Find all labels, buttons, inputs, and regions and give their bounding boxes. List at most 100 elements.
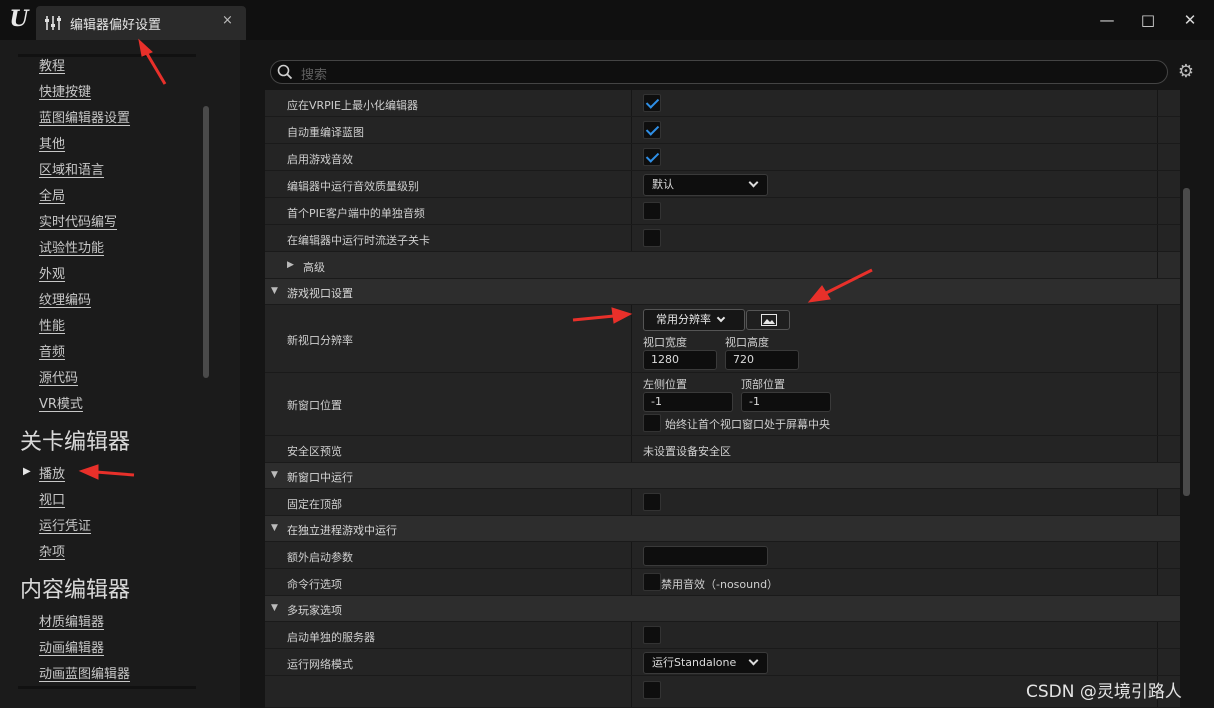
net-mode-dropdown[interactable]: 运行Standalone <box>643 652 768 674</box>
sidebar-item-11[interactable]: 音频 <box>39 341 65 360</box>
row-label: 应在VRPIE上最小化编辑器 <box>287 99 418 112</box>
category-new-window[interactable]: ▼ 新窗口中运行 <box>265 463 1180 489</box>
row-label: 启用游戏音效 <box>287 153 353 166</box>
category-label: 多玩家选项 <box>287 604 342 617</box>
row-label: 编辑器中运行音效质量级别 <box>287 180 419 193</box>
sidebar-content-item-1[interactable]: 动画编辑器 <box>39 637 104 656</box>
sidebar-content-item-2[interactable]: 动画蓝图编辑器 <box>39 663 130 682</box>
center-window-checkbox[interactable] <box>643 414 661 432</box>
safe-zone-value: 未设置设备安全区 <box>643 445 731 458</box>
unreal-logo-icon: U <box>9 6 29 32</box>
search-icon <box>277 64 293 80</box>
partial-checkbox[interactable] <box>643 681 661 699</box>
row-label: 启动单独的服务器 <box>287 631 375 644</box>
row-pie-solo-audio: 首个PIE客户端中的单独音频 <box>265 198 1180 225</box>
gear-icon[interactable]: ⚙ <box>1176 62 1196 82</box>
row-label: 额外启动参数 <box>287 551 353 564</box>
maximize-button[interactable]: □ <box>1135 8 1161 32</box>
title-bar: U 编辑器偏好设置 × — □ ✕ <box>0 0 1214 40</box>
chevron-down-icon <box>748 655 759 666</box>
sidebar-item-4[interactable]: 区域和语言 <box>39 159 104 178</box>
row-extra-args: 额外启动参数 <box>265 542 1180 569</box>
property-grid: 应在VRPIE上最小化编辑器 自动重编译蓝图 启用游戏音效 编辑器中运行音效质量… <box>265 90 1180 708</box>
row-label: 在编辑器中运行时流送子关卡 <box>287 234 430 247</box>
sidebar-scrollbar[interactable] <box>203 106 209 378</box>
sidebar-item-13[interactable]: VR模式 <box>39 393 83 412</box>
button-label: 常用分辨率 <box>656 313 711 326</box>
sidebar-level-item-2[interactable]: 运行凭证 <box>39 515 91 534</box>
sidebar-level-item-3[interactable]: 杂项 <box>39 541 65 560</box>
sidebar-item-12[interactable]: 源代码 <box>39 367 78 386</box>
extra-args-input[interactable] <box>643 546 768 566</box>
category-game-viewport[interactable]: ▼ 游戏视口设置 <box>265 279 1180 305</box>
viewport-width-label: 视口宽度 <box>643 336 687 349</box>
sidebar-item-3[interactable]: 其他 <box>39 133 65 152</box>
sidebar: 教程快捷按键蓝图编辑器设置 其他区域和语言全局实时代码编写 试验性功能外观纹理编码性… <box>0 40 240 708</box>
settings-panel: 搜索 ⚙ 应在VRPIE上最小化编辑器 自动重编译蓝图 启用游戏音效 编辑器中运… <box>240 40 1214 708</box>
row-safe-zone-preview: 安全区预览 未设置设备安全区 <box>265 436 1180 463</box>
game-audio-checkbox[interactable] <box>643 148 661 166</box>
dropdown-value: 默认 <box>652 178 674 191</box>
play-expanded-arrow-icon: ▶ <box>23 466 31 477</box>
row-advanced[interactable]: ▶ 高级 <box>265 252 1180 279</box>
pie-solo-audio-checkbox[interactable] <box>643 202 661 220</box>
collapse-arrow-icon: ▼ <box>271 286 278 296</box>
row-label: 新窗口位置 <box>287 399 342 412</box>
sidebar-section-level-editor: 关卡编辑器 <box>20 430 131 455</box>
viewport-height-input[interactable]: 720 <box>725 350 799 370</box>
row-always-on-top: 固定在顶部 <box>265 489 1180 516</box>
minimize-button[interactable]: — <box>1094 8 1120 32</box>
settings-scrollbar[interactable] <box>1183 188 1190 496</box>
dropdown-value: 运行Standalone <box>652 656 737 669</box>
disable-sound-checkbox[interactable] <box>643 573 661 591</box>
sliders-icon <box>45 16 61 30</box>
stream-sublevels-checkbox[interactable] <box>643 229 661 247</box>
search-input[interactable]: 搜索 <box>270 60 1168 84</box>
left-position-input[interactable]: -1 <box>643 392 733 412</box>
row-label: 命令行选项 <box>287 578 342 591</box>
sidebar-item-7[interactable]: 试验性功能 <box>39 237 104 256</box>
sidebar-item-5[interactable]: 全局 <box>39 185 65 204</box>
sidebar-bottom-divider <box>18 686 196 689</box>
sidebar-item-1[interactable]: 快捷按键 <box>39 81 91 100</box>
top-position-input[interactable]: -1 <box>741 392 831 412</box>
row-label: 自动重编译蓝图 <box>287 126 364 139</box>
image-icon <box>761 314 777 326</box>
viewport-width-input[interactable]: 1280 <box>643 350 717 370</box>
row-audio-quality: 编辑器中运行音效质量级别 默认 <box>265 171 1180 198</box>
row-label: 固定在顶部 <box>287 498 342 511</box>
audio-quality-dropdown[interactable]: 默认 <box>643 174 768 196</box>
category-standalone[interactable]: ▼ 在独立进程游戏中运行 <box>265 516 1180 542</box>
sidebar-item-9[interactable]: 纹理编码 <box>39 289 91 308</box>
advanced-label: 高级 <box>303 261 325 274</box>
single-server-checkbox[interactable] <box>643 626 661 644</box>
aspect-ratio-image-button[interactable] <box>746 310 790 330</box>
sidebar-section-content-editor: 内容编辑器 <box>20 578 131 603</box>
vrpie-checkbox[interactable] <box>643 94 661 112</box>
sidebar-level-item-1[interactable]: 视口 <box>39 489 65 508</box>
chevron-down-icon <box>748 177 759 188</box>
sidebar-item-10[interactable]: 性能 <box>39 315 65 334</box>
center-window-label: 始终让首个视口窗口处于屏幕中央 <box>665 418 830 431</box>
sidebar-item-2[interactable]: 蓝图编辑器设置 <box>39 107 130 126</box>
row-stream-sublevels: 在编辑器中运行时流送子关卡 <box>265 225 1180 252</box>
close-window-button[interactable]: ✕ <box>1177 8 1203 32</box>
row-label: 新视口分辨率 <box>287 334 353 347</box>
row-single-server: 启动单独的服务器 <box>265 622 1180 649</box>
category-multiplayer[interactable]: ▼ 多玩家选项 <box>265 596 1180 622</box>
sidebar-item-6[interactable]: 实时代码编写 <box>39 211 117 230</box>
tab-close-icon[interactable]: × <box>222 13 233 28</box>
sidebar-item-8[interactable]: 外观 <box>39 263 65 282</box>
row-label: 安全区预览 <box>287 445 342 458</box>
tab-editor-preferences[interactable]: 编辑器偏好设置 × <box>36 6 246 40</box>
row-new-viewport-resolution: 新视口分辨率 常用分辨率 视口宽度 视口高度 1280 720 <box>265 305 1180 373</box>
sidebar-level-item-0[interactable]: 播放 <box>39 463 65 482</box>
recompile-checkbox[interactable] <box>643 121 661 139</box>
always-on-top-checkbox[interactable] <box>643 493 661 511</box>
collapse-arrow-icon: ▼ <box>271 523 278 533</box>
sidebar-content-item-0[interactable]: 材质编辑器 <box>39 611 104 630</box>
sidebar-item-0[interactable]: 教程 <box>39 55 65 74</box>
chevron-down-icon <box>716 313 726 323</box>
common-resolution-button[interactable]: 常用分辨率 <box>643 309 745 331</box>
row-new-window-position: 新窗口位置 左侧位置 顶部位置 -1 -1 始终让首个视口窗口处于屏幕中央 <box>265 373 1180 436</box>
